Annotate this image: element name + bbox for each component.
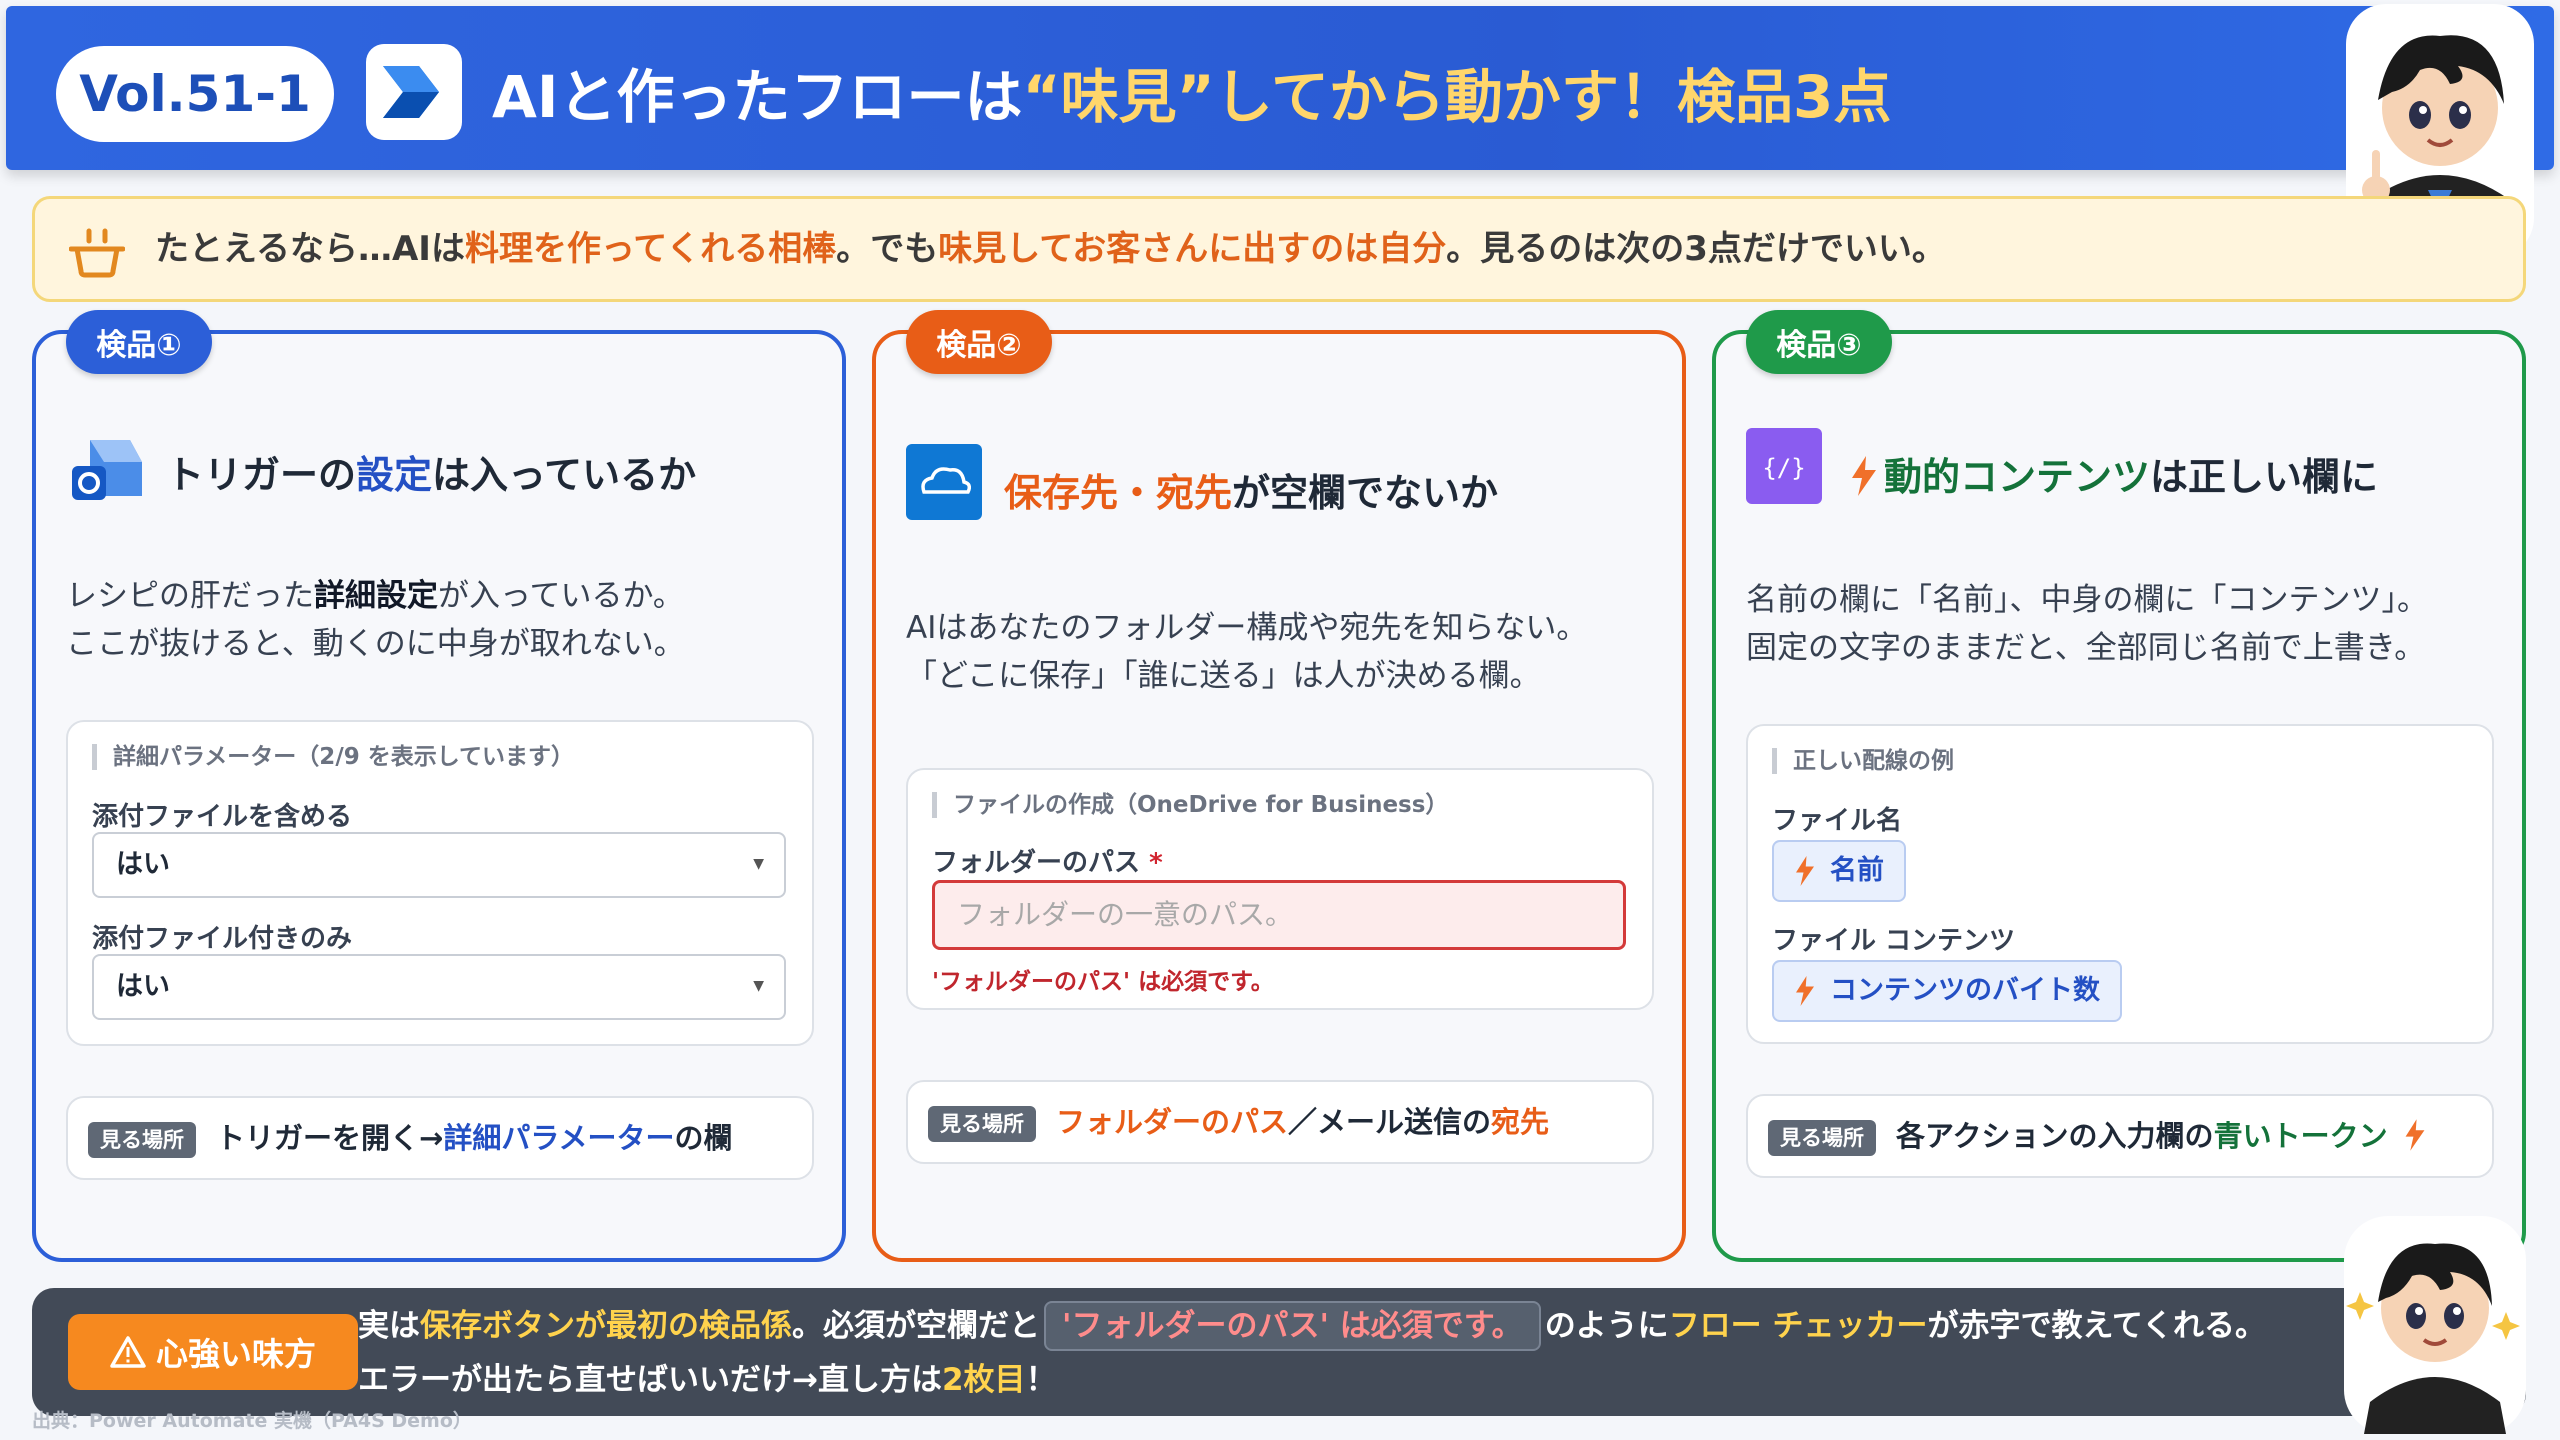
card-desc-2: AIはあなたのフォルダー構成や宛先を知らない。 「どこに保存」「誰に送る」は人が…	[906, 610, 1588, 694]
only-with-attachments-select[interactable]: はい ▼	[92, 954, 786, 1020]
expression-icon: {/}	[1746, 428, 1822, 504]
tip-bar: 心強い味方 実は保存ボタンが最初の検品係。必須が空欄だと 'フォルダーのパス' は…	[32, 1288, 2526, 1416]
token-name[interactable]: 名前	[1772, 840, 1906, 902]
check-card-1: 検品① トリガーの設定は入っているか レシピの肝だった詳細設定が入っているか。 …	[32, 310, 846, 1262]
onedrive-icon	[906, 444, 982, 520]
where-to-look-3: 見る場所 各アクションの入力欄の青いトークン	[1746, 1094, 2494, 1178]
bolt-icon	[1852, 456, 1876, 496]
bolt-icon	[1796, 856, 1814, 886]
where-text: 各アクションの入力欄の青いトークン	[1896, 1096, 2426, 1176]
bolt-icon	[1796, 976, 1814, 1006]
chevron-down-icon: ▼	[753, 856, 764, 872]
check-badge-2: 検品②	[906, 310, 1052, 374]
where-badge: 見る場所	[1768, 1120, 1876, 1156]
card-desc-1: レシピの肝だった詳細設定が入っているか。 ここが抜けると、動くのに中身が取れない…	[66, 578, 685, 662]
tip-line-2: エラーが出たら直せばいいだけ→直し方は2枚目！	[358, 1362, 1057, 1398]
outlook-icon	[70, 432, 146, 508]
card-title-1: トリガーの設定は入っているか	[166, 453, 697, 497]
field-label: ファイル コンテンツ	[1772, 926, 2016, 956]
card-title-3: 動的コンテンツは正しい欄に	[1850, 446, 2378, 501]
check-badge-1: 検品①	[66, 310, 212, 374]
error-message: 'フォルダーのパス' は必須です。	[932, 969, 1274, 995]
reassurance-badge: 心強い味方	[68, 1314, 358, 1390]
tip-line-1: 実は保存ボタンが最初の検品係。必須が空欄だと 'フォルダーのパス' は必須です。の…	[358, 1298, 2266, 1354]
panel-heading: ファイルの作成（OneDrive for Business）	[932, 792, 1448, 818]
folder-path-input[interactable]: フォルダーの一意のパス。	[932, 880, 1626, 950]
power-automate-logo-icon	[366, 44, 462, 140]
svg-text:{/}: {/}	[1762, 454, 1805, 482]
where-badge: 見る場所	[88, 1122, 196, 1158]
wiring-panel: 正しい配線の例 ファイル名 名前 ファイル コンテンツ コンテンツのバイト数	[1746, 724, 2494, 1044]
field-label: フォルダーのパス *	[932, 848, 1163, 878]
param-panel: 詳細パラメーター（2/9 を表示しています） 添付ファイルを含める はい ▼ 添…	[66, 720, 814, 1046]
pot-icon	[68, 225, 126, 281]
panel-heading: 正しい配線の例	[1772, 748, 1954, 774]
card-desc-3: 名前の欄に「名前」、中身の欄に「コンテンツ」。 固定の文字のままだと、全部同じ名…	[1746, 582, 2428, 666]
check-card-3: 検品③ {/} 動的コンテンツは正しい欄に 名前の欄に「名前」、中身の欄に「コン…	[1712, 310, 2526, 1262]
check-badge-3: 検品③	[1746, 310, 1892, 374]
page-title: AIと作ったフローは“味見”してから動かす！検品3点	[492, 63, 1892, 131]
card-title-2: 保存先・宛先が空欄でないか	[1004, 471, 1499, 515]
banner-text: たとえるなら…AIは料理を作ってくれる相棒。でも味見してお客さんに出すのは自分。…	[155, 229, 1946, 269]
character-illustration-icon	[2330, 1212, 2540, 1438]
source-credit: 出典：Power Automate 実機（PA4S Demo）	[32, 1410, 472, 1432]
header-bar: Vol.51-1 AIと作ったフローは“味見”してから動かす！検品3点	[6, 6, 2554, 170]
field-label: 添付ファイルを含める	[92, 802, 353, 832]
analogy-banner: たとえるなら…AIは料理を作ってくれる相棒。でも味見してお客さんに出すのは自分。…	[32, 196, 2526, 302]
panel-heading: 詳細パラメーター（2/9 を表示しています）	[92, 744, 574, 770]
chevron-down-icon: ▼	[753, 978, 764, 994]
field-label: 添付ファイル付きのみ	[92, 924, 353, 954]
vol-label: Vol.51-1	[56, 46, 334, 142]
where-to-look-2: 見る場所 フォルダーのパス／メール送信の宛先	[906, 1080, 1654, 1164]
bolt-icon	[2405, 1119, 2425, 1151]
where-text: フォルダーのパス／メール送信の宛先	[1056, 1105, 1550, 1139]
check-card-2: 検品② 保存先・宛先が空欄でないか AIはあなたのフォルダー構成や宛先を知らない…	[872, 310, 1686, 1262]
where-to-look-1: 見る場所 トリガーを開く→詳細パラメーターの欄	[66, 1096, 814, 1180]
include-attachments-select[interactable]: はい ▼	[92, 832, 786, 898]
warning-icon	[110, 1336, 146, 1368]
where-badge: 見る場所	[928, 1106, 1036, 1142]
where-text: トリガーを開く→詳細パラメーターの欄	[216, 1121, 733, 1155]
create-file-panel: ファイルの作成（OneDrive for Business） フォルダーのパス …	[906, 768, 1654, 1010]
error-chip: 'フォルダーのパス' は必須です。	[1044, 1301, 1541, 1351]
field-label: ファイル名	[1772, 806, 1903, 836]
token-content-bytes[interactable]: コンテンツのバイト数	[1772, 960, 2122, 1022]
